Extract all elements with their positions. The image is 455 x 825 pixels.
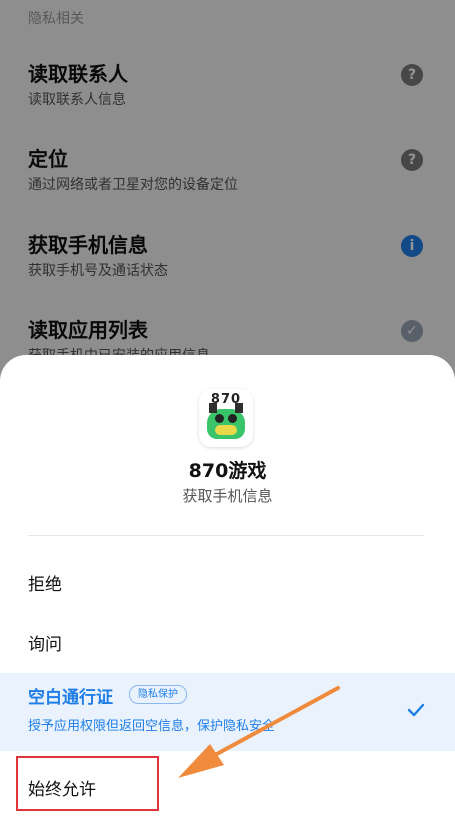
annotation-arrow	[178, 686, 340, 778]
